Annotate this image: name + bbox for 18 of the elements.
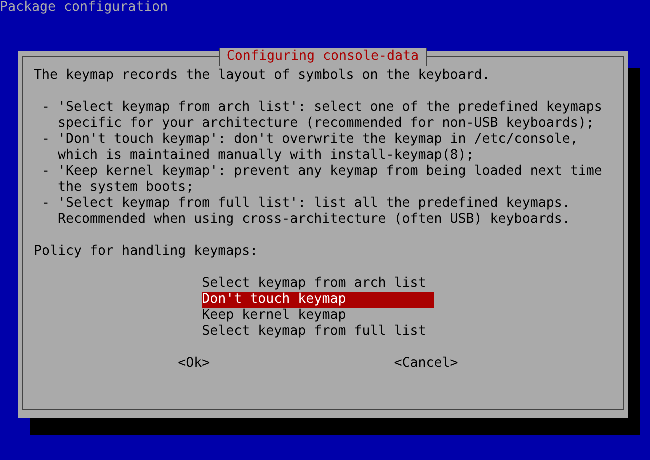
bullet-text: 'Select keymap from arch list': select one of the predefined keymaps specific for your architecture (recommended for non-USB keyboards); [58, 100, 602, 132]
dialog-button[interactable]: <Cancel> [394, 356, 458, 372]
dialog-button[interactable]: <Ok> [178, 356, 210, 372]
bullet-marker: - [42, 196, 50, 213]
dialog-title: Configuring console-data [218, 48, 428, 66]
bullet-text: 'Keep kernel keymap': prevent any keymap from being loaded next time the system boots; [58, 164, 602, 196]
bullet-marker: - [42, 164, 50, 181]
menu-option[interactable]: Don't touch keymap [202, 292, 434, 308]
bullet-text: 'Don't touch keymap': don't overwrite the keymap in /etc/console, which is maintained manually with install-keymap(8); [58, 132, 578, 164]
bullet-marker: - [42, 100, 50, 117]
menu-option[interactable]: Select keymap from full list [202, 324, 434, 340]
bullet-text: 'Select keymap from full list': list all the predefined keymaps. Recommended when using cross-architecture (often USB) keyboards. [58, 196, 570, 228]
bullet-marker: - [42, 132, 50, 149]
menu-option[interactable]: Select keymap from arch list [202, 276, 434, 292]
menu-option[interactable]: Keep kernel keymap [202, 308, 434, 324]
intro-text: The keymap records the layout of symbols on the keyboard. [34, 68, 490, 84]
screen-title: Package configuration [0, 0, 168, 16]
prompt-text: Policy for handling keymaps: [34, 244, 258, 260]
